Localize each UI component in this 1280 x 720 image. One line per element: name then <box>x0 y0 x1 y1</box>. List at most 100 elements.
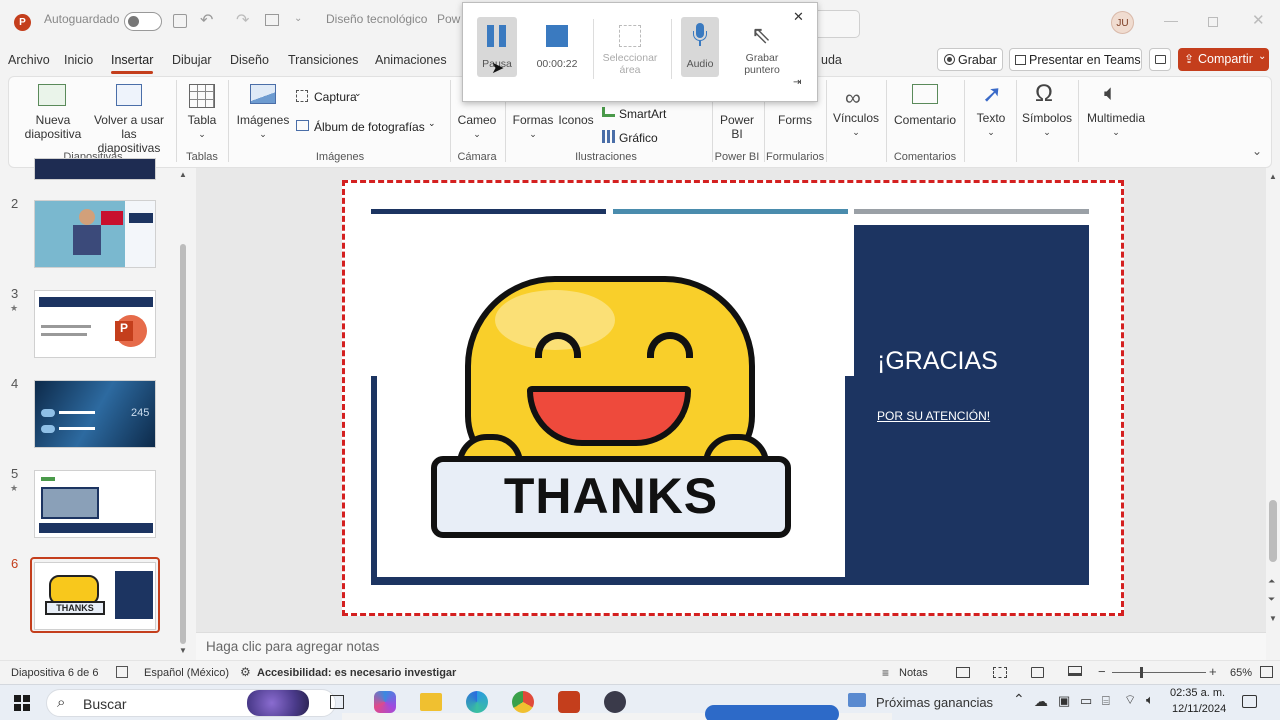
onedrive-icon[interactable]: ☁︎ <box>1034 693 1048 710</box>
chart-button[interactable]: Gráfico <box>600 128 672 146</box>
normal-view-icon[interactable] <box>956 667 970 678</box>
ribbon-collapse-icon[interactable]: ⌄ <box>1252 144 1262 158</box>
meet-icon[interactable]: ▣ <box>1058 693 1070 709</box>
present-icon[interactable] <box>265 14 279 26</box>
slide-subtitle[interactable]: POR SU ATENCIÓN! <box>877 409 990 423</box>
spellcheck-icon[interactable] <box>116 666 128 678</box>
scroll-up-icon[interactable]: ▲ <box>1269 172 1277 181</box>
zoom-out-icon[interactable]: − <box>1098 664 1106 679</box>
slide-thumbnail-6[interactable]: THANKS <box>34 562 156 630</box>
stop-button[interactable]: 00:00:22 <box>533 19 581 79</box>
avatar[interactable]: JU <box>1111 11 1134 34</box>
smartart-button[interactable]: SmartArt <box>600 104 672 122</box>
accessibility-status[interactable]: Accesibilidad: es necesario investigar <box>257 667 456 679</box>
chrome-icon[interactable] <box>512 691 534 713</box>
tab-transiciones[interactable]: Transiciones <box>288 53 358 67</box>
comment-button[interactable]: Comentario <box>892 80 958 144</box>
tab-archivo[interactable]: Archivo <box>8 53 50 67</box>
zoom-in-icon[interactable]: + <box>1209 664 1217 679</box>
volume-icon[interactable]: 🔈︎ <box>1146 692 1154 708</box>
notifications-icon[interactable] <box>1242 695 1257 708</box>
thanks-emoji-image[interactable]: THANKS <box>431 276 791 538</box>
redo-icon[interactable]: ↷ <box>236 10 249 30</box>
zoom-slider-thumb[interactable] <box>1140 667 1143 678</box>
present-teams-button[interactable]: Presentar en Teams <box>1009 48 1142 71</box>
page-up-icon[interactable]: ⏶ <box>1268 576 1275 587</box>
tab-ayuda[interactable]: uda <box>821 53 842 67</box>
share-button[interactable]: ⇪ Compartir ⌄ <box>1178 48 1269 71</box>
save-icon[interactable] <box>173 14 187 28</box>
audio-button[interactable]: Audio <box>681 17 719 77</box>
battery-icon[interactable]: ▭ <box>1080 693 1092 709</box>
select-area-button[interactable]: Seleccionar área <box>599 19 661 79</box>
record-pointer-button[interactable]: ⇖ Grabar puntero <box>733 19 791 79</box>
thumbnail-scroll-up-icon[interactable]: ▲ <box>179 170 187 179</box>
photo-album-button[interactable]: Álbum de fotografías ⌄ <box>294 118 440 136</box>
autosave-toggle[interactable] <box>124 12 162 31</box>
maximize-icon[interactable] <box>1208 17 1218 27</box>
links-button[interactable]: ∞ Vínculos ⌄ <box>832 80 880 144</box>
slide-thumbnail-5[interactable] <box>34 470 156 538</box>
canvas-scrollbar[interactable]: ▲ ⏶ ⏷ ▼ <box>1266 168 1280 660</box>
thumbnail-scroll-down-icon[interactable]: ▼ <box>179 646 187 655</box>
wifi-icon[interactable]: ⌔ <box>1124 692 1136 708</box>
slide-thumbnail-1-partial[interactable] <box>34 158 156 180</box>
search-box[interactable] <box>818 10 860 38</box>
undo-icon[interactable]: ↶ <box>200 10 213 30</box>
zoom-level[interactable]: 65% <box>1230 667 1252 679</box>
new-slide-button[interactable]: Nueva diapositiva <box>18 80 88 144</box>
recorder-taskbar-icon[interactable] <box>604 691 626 713</box>
customize-arrow-icon[interactable]: ⌄ <box>294 13 302 24</box>
clock-time[interactable]: 02:35 a. m. <box>1170 687 1225 699</box>
fit-slide-icon[interactable] <box>1260 666 1273 678</box>
scrollbar-thumb[interactable] <box>1269 500 1277 562</box>
screenshot-button[interactable]: Captura ⌄ <box>294 88 368 106</box>
comments-button[interactable] <box>1149 48 1171 71</box>
record-button[interactable]: Grabar <box>937 48 1003 71</box>
copilot-icon[interactable] <box>374 691 396 713</box>
scroll-down-icon[interactable]: ▼ <box>1269 614 1277 623</box>
close-window-icon[interactable]: ✕ <box>1252 11 1265 29</box>
close-recorder-icon[interactable]: ✕ <box>793 9 804 25</box>
zoom-slider[interactable] <box>1112 667 1206 678</box>
reuse-slides-button[interactable]: Volver a usar las diapositivas <box>90 80 168 155</box>
reading-view-icon[interactable] <box>1031 667 1044 678</box>
windows-start-icon[interactable] <box>14 695 30 711</box>
tab-diseno[interactable]: Diseño <box>230 53 269 67</box>
table-button[interactable]: Tabla ⌄ <box>184 80 220 144</box>
minimize-icon[interactable]: — <box>1164 12 1178 28</box>
sorter-view-icon[interactable] <box>993 667 1007 678</box>
slide-thumbnail-2[interactable] <box>34 200 156 268</box>
slide-thumbnail-3[interactable]: P <box>34 290 156 358</box>
thumbnail-scrollbar-thumb[interactable] <box>180 244 186 644</box>
tab-animaciones[interactable]: Animaciones <box>375 53 447 67</box>
edge-icon[interactable] <box>466 691 488 713</box>
notes-icon[interactable]: ≡ <box>882 666 889 680</box>
text-button[interactable]: ➚ Texto ⌄ <box>970 80 1012 144</box>
accessibility-icon[interactable]: ⚙︎ <box>240 665 251 679</box>
current-slide[interactable]: THANKS ¡GRACIAS POR SU ATENCIÓN! <box>342 180 1124 616</box>
slide-heading[interactable]: ¡GRACIAS <box>877 347 998 376</box>
powerpoint-taskbar-icon[interactable] <box>558 691 580 713</box>
slide-thumbnail-4[interactable]: 245 <box>34 380 156 448</box>
pin-icon[interactable]: ⇥ <box>793 77 801 88</box>
tab-insertar[interactable]: Insertar <box>111 53 154 74</box>
notes-button[interactable]: Notas <box>899 667 928 679</box>
language-status[interactable]: Español (México) <box>144 667 229 679</box>
tab-inicio[interactable]: Inicio <box>64 53 93 67</box>
tray-chevron-icon[interactable]: ⌃ <box>1013 691 1025 708</box>
slideshow-view-icon[interactable] <box>1068 666 1082 676</box>
clock-date[interactable]: 12/11/2024 <box>1172 703 1226 715</box>
multimedia-button[interactable]: 🔈︎ Multimedia ⌄ <box>1084 80 1148 144</box>
news-widget-label[interactable]: Próximas ganancias <box>876 695 993 710</box>
notes-pane[interactable]: Haga clic para agregar notas <box>196 632 1266 660</box>
task-view-icon[interactable] <box>330 695 344 709</box>
news-widget-icon[interactable] <box>848 693 866 707</box>
page-down-icon[interactable]: ⏷ <box>1268 594 1275 605</box>
images-button[interactable]: Imágenes ⌄ <box>236 80 290 144</box>
tab-dibujar[interactable]: Dibujar <box>172 53 212 67</box>
symbols-button[interactable]: Ω Símbolos ⌄ <box>1020 80 1074 144</box>
network-icon[interactable]: ⌸ <box>1102 693 1110 709</box>
file-explorer-icon[interactable] <box>420 693 442 711</box>
toast-button-partial[interactable] <box>705 705 839 720</box>
